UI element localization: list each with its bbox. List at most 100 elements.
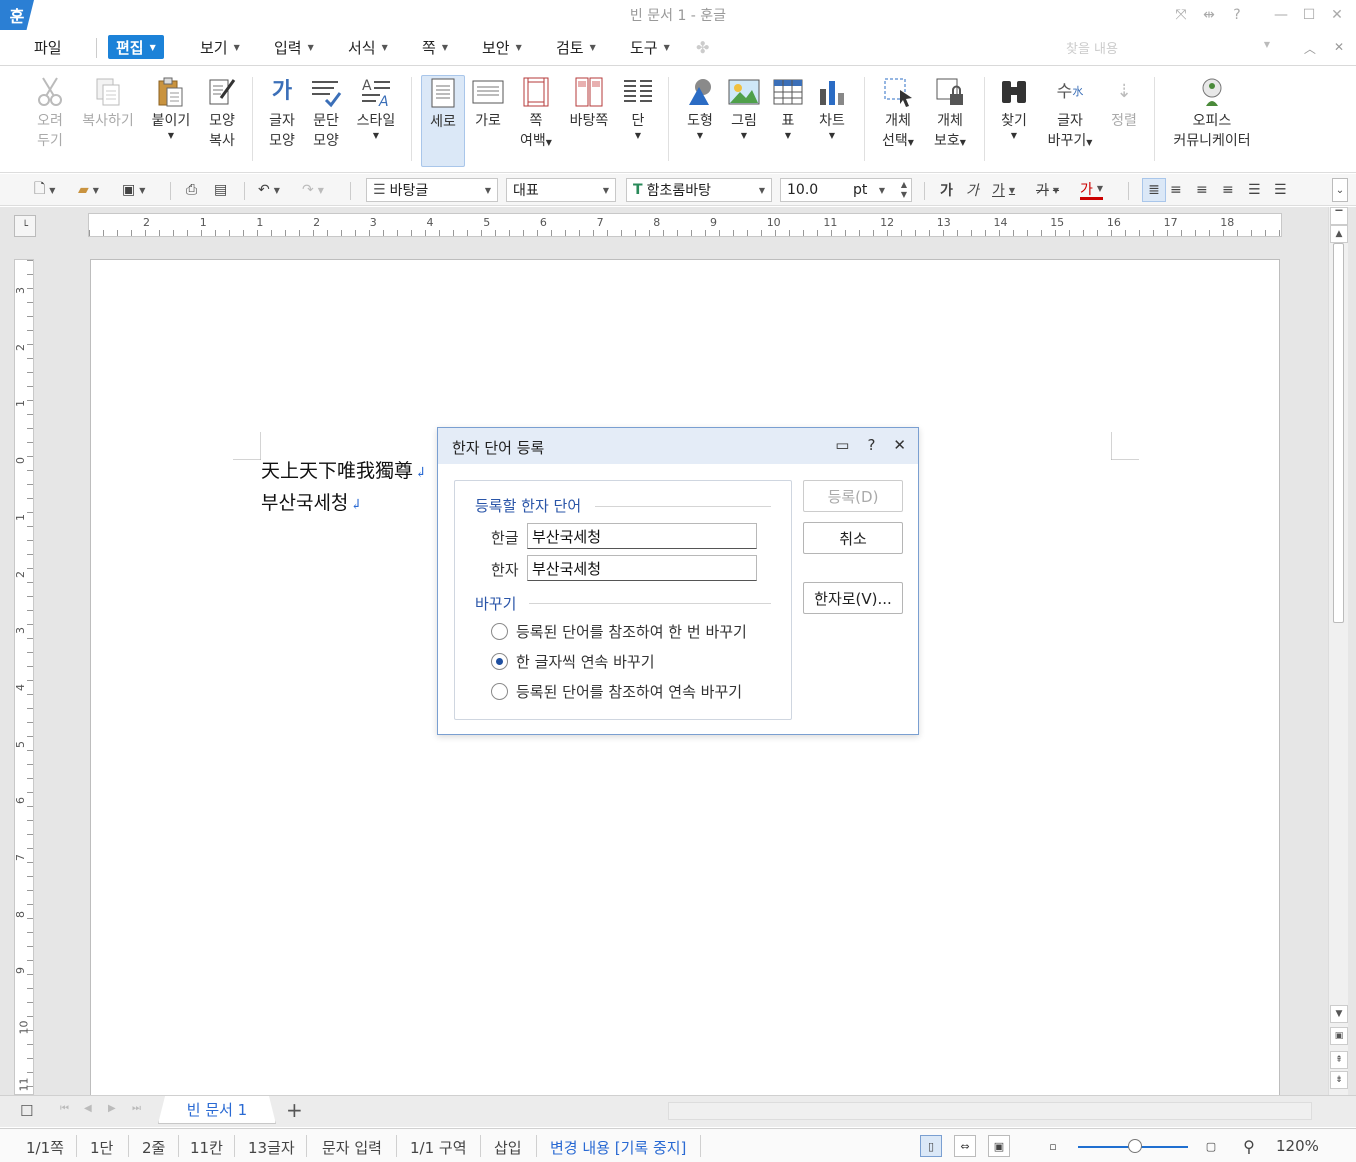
style-select[interactable]: ☰ 바탕글 ▼: [366, 178, 498, 202]
para-shape-button[interactable]: 문단 모양: [306, 75, 346, 167]
close-icon[interactable]: ✕: [1326, 4, 1348, 26]
picture-button[interactable]: 그림 ▼: [724, 75, 764, 167]
memo-icon[interactable]: ☐: [20, 1102, 33, 1120]
minimize-icon[interactable]: —: [1270, 4, 1292, 26]
horizontal-scrollbar[interactable]: [668, 1102, 1312, 1120]
menu-file[interactable]: 파일: [26, 35, 70, 59]
collapse-ribbon-icon[interactable]: ︿: [1304, 40, 1316, 57]
scroll-top-icon[interactable]: ▔: [1330, 207, 1348, 225]
split-icon[interactable]: ⇹: [1198, 4, 1220, 26]
vertical-page-button[interactable]: 세로: [421, 75, 465, 167]
italic-button[interactable]: 가: [966, 180, 979, 200]
horizontal-ruler[interactable]: 2 1 1 2 3 4 5 6 7 8 9 10 11 12 13 14 15 16 17 18: [88, 213, 1282, 237]
table-button[interactable]: 표 ▼: [768, 75, 808, 167]
cut-button[interactable]: 오려 두기: [30, 75, 70, 167]
document-line[interactable]: 天上天下唯我獨尊 ↲: [261, 456, 427, 483]
bold-button[interactable]: 가: [940, 180, 953, 200]
object-protect-button[interactable]: 개체 보호▼: [928, 75, 972, 167]
page-view-icon[interactable]: ▯: [920, 1135, 942, 1157]
menu-review[interactable]: 검토 ▼: [548, 35, 604, 59]
print-button[interactable]: ⎙: [186, 180, 197, 200]
close-doc-icon[interactable]: ✕: [1334, 40, 1344, 57]
scroll-down-icon[interactable]: ▼: [1330, 1005, 1348, 1023]
scroll-thumb[interactable]: [1333, 243, 1344, 623]
scroll-up-icon[interactable]: ▲: [1330, 225, 1348, 243]
menu-page[interactable]: 쪽 ▼: [414, 35, 456, 59]
radio-button[interactable]: [491, 683, 508, 700]
style-button[interactable]: AA 스타일 ▼: [352, 75, 400, 167]
radio-button[interactable]: [491, 623, 508, 640]
register-button[interactable]: 등록(D): [803, 480, 903, 512]
radio-button[interactable]: [491, 653, 508, 670]
column-button[interactable]: 단 ▼: [620, 75, 656, 167]
document-line[interactable]: 부산국세청 ↲: [261, 488, 362, 515]
zoom-slider-thumb[interactable]: [1128, 1139, 1142, 1153]
page-margin-button[interactable]: 쪽 여백▼: [514, 75, 558, 167]
spin-icon[interactable]: ▲ ▼: [901, 180, 907, 200]
help-icon[interactable]: ?: [867, 436, 875, 454]
menu-tools[interactable]: 도구 ▼: [622, 35, 678, 59]
char-replace-button[interactable]: 수水 글자 바꾸기▼: [1044, 75, 1096, 167]
format-copy-button[interactable]: 모양 복사: [202, 75, 242, 167]
menu-security[interactable]: 보안 ▼: [474, 35, 530, 59]
next-tab-icon[interactable]: ▶: [108, 1103, 116, 1114]
open-button[interactable]: ▰ ▼: [78, 180, 99, 200]
comment-icon[interactable]: ▭: [835, 436, 849, 454]
office-communicator-button[interactable]: 오피스 커뮤니케이터: [1166, 75, 1258, 167]
hanja-input[interactable]: 부산국세청: [527, 555, 757, 581]
puzzle-icon[interactable]: ✤: [696, 38, 709, 57]
option-continuous-radio[interactable]: 등록된 단어를 참조하여 연속 바꾸기: [491, 681, 742, 702]
menu-edit[interactable]: 편집 ▼: [108, 35, 164, 59]
add-tab-button[interactable]: +: [286, 1098, 303, 1122]
language-select[interactable]: 대표 ▼: [506, 178, 616, 202]
zoom-in-icon[interactable]: ▢: [1200, 1135, 1222, 1157]
paste-button[interactable]: 붙이기 ▼: [148, 75, 194, 167]
first-tab-icon[interactable]: ⏮: [60, 1103, 69, 1114]
menu-insert[interactable]: 입력 ▼: [266, 35, 322, 59]
copy-button[interactable]: 복사하기: [80, 75, 136, 167]
save-button[interactable]: ▣ ▼: [122, 180, 145, 200]
search-input[interactable]: 찾을 내용 ▼: [1062, 38, 1282, 58]
menu-view[interactable]: 보기 ▼: [192, 35, 248, 59]
next-page-icon[interactable]: ⇟: [1330, 1071, 1348, 1089]
close-icon[interactable]: ✕: [893, 436, 906, 454]
option-once-radio[interactable]: 등록된 단어를 참조하여 한 번 바꾸기: [491, 621, 747, 642]
font-select[interactable]: T 함초롬바탕 ▼: [626, 178, 772, 202]
fit-width-icon[interactable]: ⇔: [954, 1135, 976, 1157]
underline-button[interactable]: 가 ▼: [992, 180, 1015, 200]
cancel-button[interactable]: 취소: [803, 522, 903, 554]
redo-button[interactable]: ↷ ▼: [302, 180, 324, 200]
zoom-level[interactable]: 120%: [1276, 1137, 1319, 1155]
zoom-out-icon[interactable]: ▫: [1042, 1135, 1064, 1157]
sort-button[interactable]: ⇣ 정렬: [1106, 75, 1142, 167]
center-align-button[interactable]: ≡: [1196, 180, 1208, 200]
fit-page-icon[interactable]: ▣: [988, 1135, 1010, 1157]
shape-button[interactable]: 도형 ▼: [680, 75, 720, 167]
full-screen-icon[interactable]: ⤧: [1170, 4, 1192, 26]
preview-button[interactable]: ▤: [214, 180, 227, 200]
horizontal-page-button[interactable]: 가로: [468, 75, 508, 167]
chart-button[interactable]: 차트 ▼: [812, 75, 852, 167]
object-select-button[interactable]: 개체 선택▼: [876, 75, 920, 167]
magnifier-icon[interactable]: ⚲: [1238, 1135, 1260, 1157]
last-tab-icon[interactable]: ⏭: [132, 1103, 141, 1114]
status-track-changes[interactable]: 변경 내용 [기록 중지]: [550, 1137, 686, 1158]
vertical-scrollbar[interactable]: ▔ ▲ ▼ ▣ ⇞ ⇟: [1328, 207, 1348, 1095]
strike-button[interactable]: 가 ▼: [1036, 180, 1059, 200]
status-insert[interactable]: 삽입: [494, 1137, 522, 1158]
find-button[interactable]: 찾기 ▼: [996, 75, 1032, 167]
left-align-button[interactable]: ≡: [1170, 180, 1182, 200]
toolbar-expand-button[interactable]: ⌄: [1332, 178, 1348, 202]
split-align-button[interactable]: ☰: [1274, 180, 1287, 200]
hangul-input[interactable]: 부산국세청: [527, 523, 757, 549]
page-view-icon[interactable]: ▣: [1330, 1027, 1348, 1045]
char-shape-button[interactable]: 가 글자 모양: [262, 75, 302, 167]
prev-tab-icon[interactable]: ◀: [84, 1103, 92, 1114]
maximize-icon[interactable]: ☐: [1298, 4, 1320, 26]
doc-tab[interactable]: 빈 문서 1: [158, 1096, 276, 1124]
help-icon[interactable]: ?: [1226, 4, 1248, 26]
justify-align-button[interactable]: ≣: [1142, 178, 1166, 202]
to-hanja-button[interactable]: 한자로(V)...: [803, 582, 903, 614]
right-align-button[interactable]: ≡: [1222, 180, 1234, 200]
vertical-ruler[interactable]: 3 2 1 0 1 2 3 4 5 6 7 8 9 10 11: [14, 259, 34, 1095]
